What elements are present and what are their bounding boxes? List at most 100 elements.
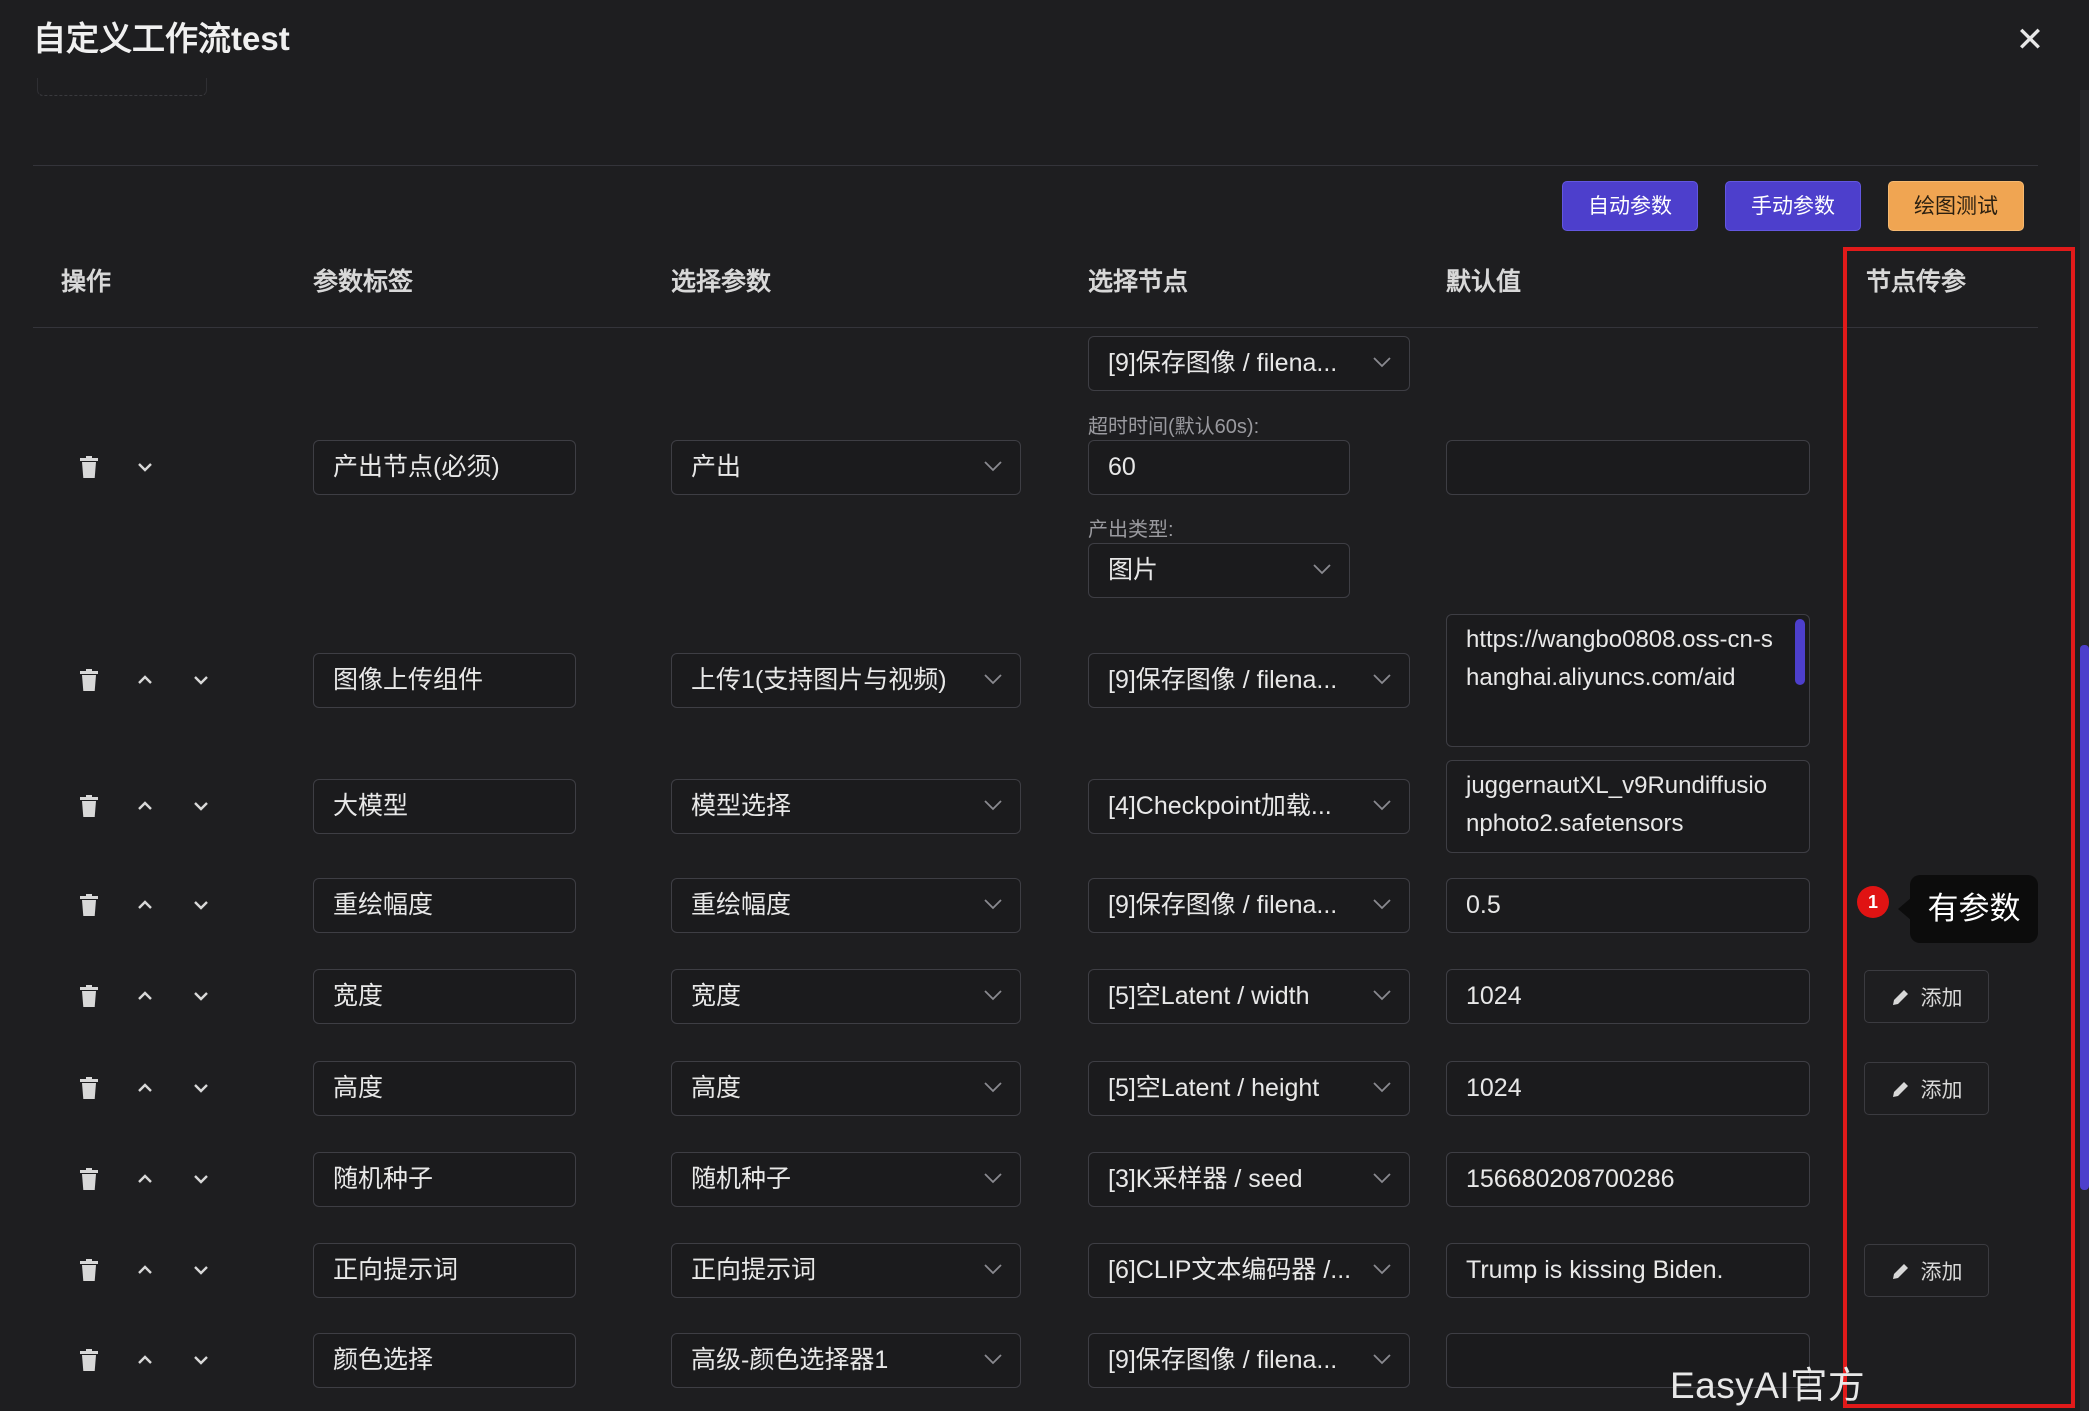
chevron-down-icon bbox=[1373, 1264, 1391, 1275]
trash-icon[interactable] bbox=[75, 1165, 103, 1193]
has-params-tooltip: 有参数 bbox=[1898, 875, 2038, 943]
node-select[interactable]: [6]CLIP文本编码器 /... bbox=[1088, 1243, 1410, 1298]
chevron-down-icon bbox=[1373, 674, 1391, 685]
chevron-down-icon[interactable] bbox=[187, 891, 215, 919]
output-type-value: 图片 bbox=[1108, 556, 1159, 584]
highlight-box bbox=[1843, 247, 2075, 1408]
param-select-value: 模型选择 bbox=[691, 792, 792, 820]
default-value-input[interactable]: Trump is kissing Biden. bbox=[1446, 1243, 1810, 1298]
chevron-up-icon[interactable] bbox=[131, 666, 159, 694]
param-select-value: 正向提示词 bbox=[691, 1256, 817, 1284]
node-select-value: [5]空Latent / height bbox=[1108, 1074, 1320, 1102]
label-input[interactable]: 随机种子 bbox=[313, 1152, 576, 1207]
chevron-down-icon bbox=[1373, 899, 1391, 910]
trash-icon[interactable] bbox=[75, 1346, 103, 1374]
chevron-up-icon[interactable] bbox=[131, 1074, 159, 1102]
label-input[interactable]: 颜色选择 bbox=[313, 1333, 576, 1388]
chevron-down-icon[interactable] bbox=[187, 1165, 215, 1193]
chevron-up-icon[interactable] bbox=[131, 982, 159, 1010]
label-input[interactable]: 产出节点(必须) bbox=[313, 440, 576, 495]
node-select-value: [9]保存图像 / filena... bbox=[1108, 1346, 1338, 1374]
default-value-input[interactable]: 1024 bbox=[1446, 1061, 1810, 1116]
node-select[interactable]: [5]空Latent / width bbox=[1088, 969, 1410, 1024]
chevron-up-icon[interactable] bbox=[131, 891, 159, 919]
node-select[interactable]: [9]保存图像 / filena... bbox=[1088, 1333, 1410, 1388]
default-value-textarea[interactable]: juggernautXL_v9Rundiffusionphoto2.safete… bbox=[1446, 760, 1810, 853]
chevron-down-icon bbox=[1373, 1354, 1391, 1365]
trash-icon[interactable] bbox=[75, 1074, 103, 1102]
chevron-up-icon[interactable] bbox=[131, 1256, 159, 1284]
chevron-up-icon[interactable] bbox=[131, 792, 159, 820]
label-input[interactable]: 图像上传组件 bbox=[313, 653, 576, 708]
chevron-down-icon bbox=[1373, 990, 1391, 1001]
node-select[interactable]: [9]保存图像 / filena... bbox=[1088, 336, 1410, 391]
param-select[interactable]: 宽度 bbox=[671, 969, 1021, 1024]
chevron-up-icon[interactable] bbox=[131, 1165, 159, 1193]
param-select[interactable]: 高度 bbox=[671, 1061, 1021, 1116]
default-value-input[interactable]: 156680208700286 bbox=[1446, 1152, 1810, 1207]
trash-icon[interactable] bbox=[75, 453, 103, 481]
default-value-input[interactable]: 0.5 bbox=[1446, 878, 1810, 933]
chevron-down-icon bbox=[984, 990, 1002, 1001]
default-value-textarea[interactable]: https://wangbo0808.oss-cn-shanghai.aliyu… bbox=[1446, 614, 1810, 747]
node-select-value: [6]CLIP文本编码器 /... bbox=[1108, 1256, 1352, 1284]
param-select[interactable]: 正向提示词 bbox=[671, 1243, 1021, 1298]
section-divider bbox=[33, 165, 2038, 166]
chevron-down-icon[interactable] bbox=[131, 453, 159, 481]
output-type-label: 产出类型: bbox=[1088, 519, 1174, 541]
chevron-down-icon[interactable] bbox=[187, 666, 215, 694]
trash-icon[interactable] bbox=[75, 1256, 103, 1284]
node-select-value: [9]保存图像 / filena... bbox=[1108, 349, 1338, 377]
node-select[interactable]: [3]K采样器 / seed bbox=[1088, 1152, 1410, 1207]
chevron-down-icon bbox=[984, 800, 1002, 811]
chevron-down-icon bbox=[984, 1173, 1002, 1184]
chevron-down-icon[interactable] bbox=[187, 1074, 215, 1102]
manual-params-button[interactable]: 手动参数 bbox=[1725, 181, 1861, 231]
label-input[interactable]: 高度 bbox=[313, 1061, 576, 1116]
chevron-down-icon[interactable] bbox=[187, 1346, 215, 1374]
chevron-down-icon bbox=[1373, 1082, 1391, 1093]
label-input[interactable]: 重绘幅度 bbox=[313, 878, 576, 933]
param-select-value: 重绘幅度 bbox=[691, 891, 792, 919]
chevron-down-icon bbox=[984, 1354, 1002, 1365]
chevron-down-icon[interactable] bbox=[187, 792, 215, 820]
node-select[interactable]: [4]Checkpoint加载... bbox=[1088, 779, 1410, 834]
chevron-down-icon bbox=[1313, 564, 1331, 575]
trash-icon[interactable] bbox=[75, 891, 103, 919]
chevron-down-icon bbox=[1373, 357, 1391, 368]
chevron-down-icon[interactable] bbox=[187, 982, 215, 1010]
param-select-value: 高级-颜色选择器1 bbox=[691, 1346, 889, 1374]
collapsed-section-tab[interactable] bbox=[37, 78, 207, 96]
trash-icon[interactable] bbox=[75, 982, 103, 1010]
chevron-down-icon bbox=[984, 674, 1002, 685]
node-select[interactable]: [9]保存图像 / filena... bbox=[1088, 878, 1410, 933]
chevron-down-icon[interactable] bbox=[187, 1256, 215, 1284]
param-select[interactable]: 重绘幅度 bbox=[671, 878, 1021, 933]
label-input[interactable]: 正向提示词 bbox=[313, 1243, 576, 1298]
scrollbar-thumb[interactable] bbox=[2080, 645, 2089, 1190]
default-value-input[interactable]: 1024 bbox=[1446, 969, 1810, 1024]
chevron-up-icon[interactable] bbox=[131, 1346, 159, 1374]
timeout-input[interactable]: 60 bbox=[1088, 440, 1350, 495]
param-select[interactable]: 随机种子 bbox=[671, 1152, 1021, 1207]
close-icon[interactable]: ✕ bbox=[2012, 22, 2048, 58]
node-select[interactable]: [5]空Latent / height bbox=[1088, 1061, 1410, 1116]
param-select[interactable]: 上传1(支持图片与视频) bbox=[671, 653, 1021, 708]
draw-test-button[interactable]: 绘图测试 bbox=[1888, 181, 2024, 231]
param-select[interactable]: 模型选择 bbox=[671, 779, 1021, 834]
label-input[interactable]: 宽度 bbox=[313, 969, 576, 1024]
chevron-down-icon bbox=[984, 899, 1002, 910]
textarea-scrollbar[interactable] bbox=[1795, 619, 1805, 685]
param-select[interactable]: 高级-颜色选择器1 bbox=[671, 1333, 1021, 1388]
node-select[interactable]: [9]保存图像 / filena... bbox=[1088, 653, 1410, 708]
param-select[interactable]: 产出 bbox=[671, 440, 1021, 495]
trash-icon[interactable] bbox=[75, 792, 103, 820]
param-select-value: 宽度 bbox=[691, 982, 742, 1010]
default-value-input[interactable] bbox=[1446, 440, 1810, 495]
label-input[interactable]: 大模型 bbox=[313, 779, 576, 834]
trash-icon[interactable] bbox=[75, 666, 103, 694]
timeout-label: 超时时间(默认60s): bbox=[1088, 416, 1260, 438]
param-select-value: 随机种子 bbox=[691, 1165, 792, 1193]
auto-params-button[interactable]: 自动参数 bbox=[1562, 181, 1698, 231]
output-type-select[interactable]: 图片 bbox=[1088, 543, 1350, 598]
